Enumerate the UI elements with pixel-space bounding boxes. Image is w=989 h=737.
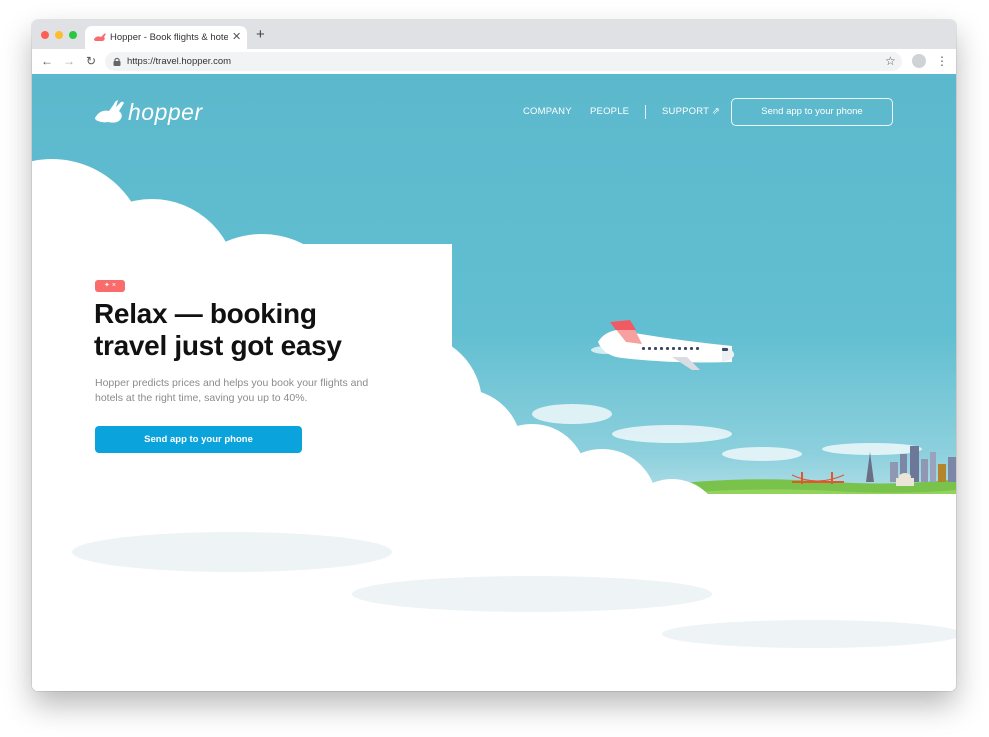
bunny-favicon-icon [94,33,106,41]
zoom-window-button[interactable] [69,31,77,39]
tab-close-icon[interactable]: ✕ [232,30,241,44]
bunny-logo-icon [95,100,124,123]
browser-menu-icon[interactable]: ⋮ [936,53,948,69]
tab-title: Hopper - Book flights & hotels [110,32,228,43]
hopper-page: hopper COMPANY PEOPLE SUPPORT ⇗ Send app… [32,74,956,691]
nav-support-link[interactable]: SUPPORT ⇗ [662,105,720,119]
nav-company-link[interactable]: COMPANY [523,105,572,119]
profile-avatar[interactable] [912,54,926,68]
minimize-window-button[interactable] [55,31,63,39]
hero-headline: Relax — booking travel just got easy [94,298,342,361]
browser-tab[interactable]: Hopper - Book flights & hotels ✕ [85,26,247,49]
platform-badge: ✦ × [95,280,125,292]
tab-strip: Hopper - Book flights & hotels ✕ + [32,20,956,49]
header-send-app-button[interactable]: Send app to your phone [731,98,893,126]
address-bar[interactable]: https://travel.hopper.com [105,52,902,71]
hero-send-app-button[interactable]: Send app to your phone [95,426,302,453]
lock-icon [113,57,121,66]
back-arrow-icon[interactable]: ← [40,53,54,69]
logo-wordmark: hopper [128,99,203,125]
nav-people-link[interactable]: PEOPLE [590,105,629,119]
reload-icon[interactable]: ↻ [84,53,98,69]
new-tab-button[interactable]: + [256,26,265,44]
star-icon[interactable]: ☆ [885,53,896,69]
nav-divider [645,105,646,119]
close-window-button[interactable] [41,31,49,39]
browser-toolbar: ← → ↻ https://travel.hopper.com ☆ ⋮ [32,49,956,75]
forward-arrow-icon[interactable]: → [62,53,76,69]
hero-subtitle: Hopper predicts prices and helps you boo… [95,377,369,404]
browser-window: Hopper - Book flights & hotels ✕ + ← → ↻… [32,20,956,691]
url-text[interactable]: https://travel.hopper.com [127,55,231,68]
airplane-illustration [591,320,735,370]
hopper-logo[interactable]: hopper [94,98,202,128]
